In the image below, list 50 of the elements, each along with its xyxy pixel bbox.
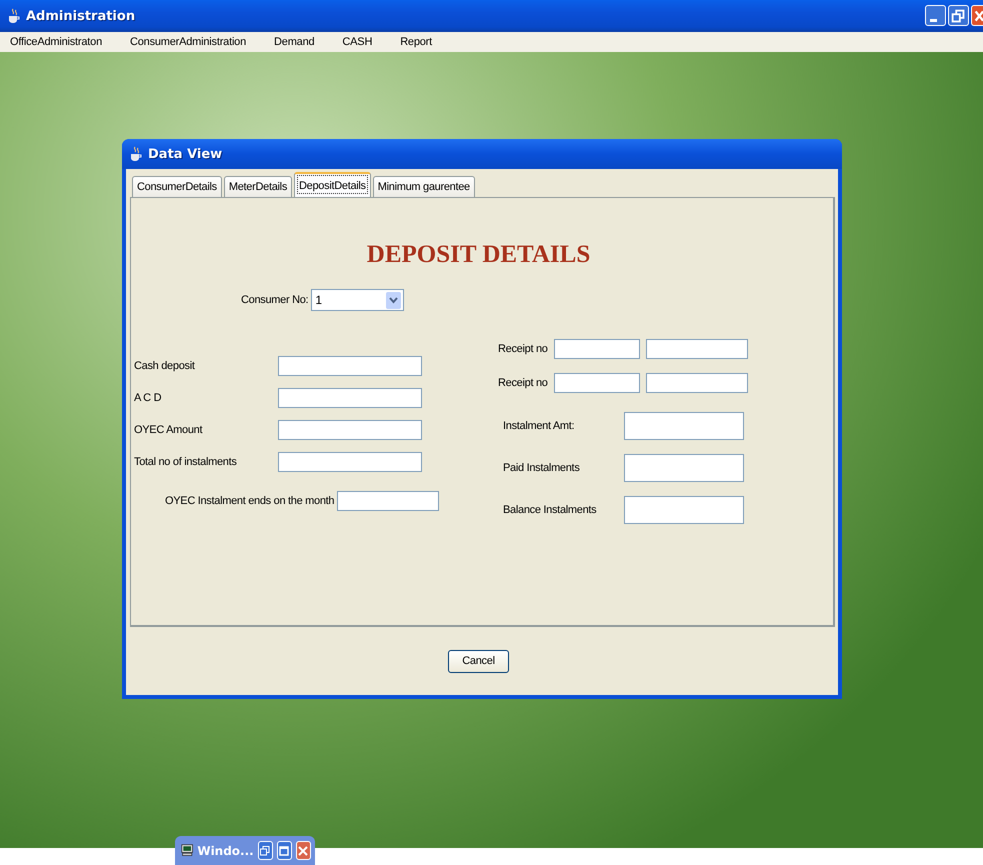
field-label: Total no of instalments <box>134 456 238 468</box>
field-label: Consumer No: <box>241 294 308 306</box>
restore-button[interactable] <box>258 841 273 860</box>
close-button[interactable] <box>296 841 312 860</box>
minimize-icon <box>930 19 937 22</box>
coffee-cup-icon <box>8 8 20 24</box>
text-field[interactable] <box>278 388 422 408</box>
field-label: A C D <box>134 392 162 404</box>
menu-item[interactable]: CASH <box>340 36 398 48</box>
text-field[interactable] <box>554 373 640 393</box>
tab[interactable]: MeterDetails <box>224 176 292 197</box>
tab[interactable]: Minimum gaurentee <box>372 176 475 197</box>
tab[interactable]: DepositDetails <box>294 172 371 197</box>
form-heading: DEPOSIT DETAILS <box>366 240 590 270</box>
field-label: Balance Instalments <box>503 504 598 516</box>
menu-item[interactable]: OfficeAdministraton <box>8 36 128 48</box>
text-field[interactable] <box>646 339 748 359</box>
text-field[interactable] <box>554 339 640 359</box>
text-field[interactable] <box>278 452 422 472</box>
text-field[interactable] <box>278 420 422 440</box>
consumer-dropdown[interactable]: 1 <box>311 289 404 311</box>
menu-item[interactable]: Demand <box>272 36 340 48</box>
menu-item[interactable]: Report <box>398 36 458 48</box>
restore-icon <box>260 846 270 856</box>
dialog-title: Data View <box>148 146 222 162</box>
field-label: Paid Instalments <box>503 462 581 474</box>
field-label: Cash deposit <box>134 360 196 372</box>
restore-button[interactable] <box>948 5 969 26</box>
window-title: Administration <box>26 8 136 24</box>
field-label: OYEC Amount <box>134 424 204 436</box>
text-field[interactable] <box>624 412 744 440</box>
text-field[interactable] <box>624 454 744 482</box>
field-label: Instalment Amt: <box>503 420 576 432</box>
menu-item[interactable]: ConsumerAdministration <box>128 36 272 48</box>
text-field[interactable] <box>646 373 748 393</box>
field-label: Receipt no <box>498 343 549 355</box>
cancel-button[interactable]: Cancel <box>448 650 509 672</box>
tab[interactable]: ConsumerDetails <box>132 176 222 197</box>
maximize-icon <box>279 846 290 856</box>
text-field[interactable] <box>624 496 744 524</box>
text-field[interactable] <box>278 356 422 376</box>
computer-icon <box>181 843 194 858</box>
coffee-cup-icon <box>130 146 142 162</box>
close-button[interactable] <box>971 5 983 26</box>
field-label: Receipt no <box>498 377 549 389</box>
field-label: OYEC Instalment ends on the month <box>165 495 334 507</box>
text-field[interactable] <box>337 491 440 511</box>
close-icon <box>298 846 308 856</box>
maximize-button[interactable] <box>276 841 292 860</box>
minimize-button[interactable] <box>925 5 946 26</box>
